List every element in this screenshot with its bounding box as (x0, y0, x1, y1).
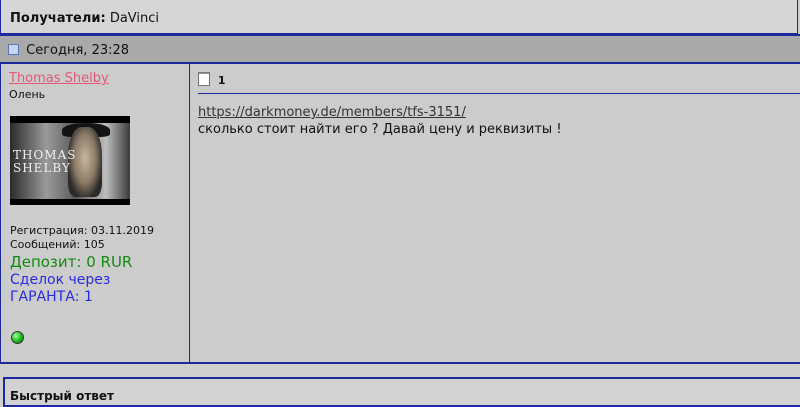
online-status-icon (11, 331, 24, 344)
avatar-face-shape (68, 127, 102, 197)
user-title: Олень (9, 88, 46, 101)
user-messages: Сообщений: 105 (10, 238, 105, 251)
user-deposit: Депозит: 0 RUR (10, 253, 133, 271)
avatar-caption: THOMAS SHELBY (13, 148, 77, 175)
user-registration: Регистрация: 03.11.2019 (10, 224, 154, 237)
avatar-image: THOMAS SHELBY (10, 123, 130, 199)
user-deals-line1: Сделок через (10, 272, 111, 288)
message-link[interactable]: https://darkmoney.de/members/tfs-3151/ (198, 105, 466, 120)
recipients-label: Получатели: (10, 11, 106, 26)
user-deals-line2: ГАРАНТА: 1 (10, 289, 93, 305)
post-header: Сегодня, 23:28 (0, 34, 800, 64)
user-info-panel: Thomas Shelby Олень THOMAS SHELBY Регист… (1, 64, 190, 362)
message-text: сколько стоит найти его ? Давай цену и р… (198, 122, 562, 137)
message-number: 1 (217, 74, 226, 87)
username-link[interactable]: Thomas Shelby (9, 71, 189, 86)
message-divider (198, 93, 800, 94)
post-date: Сегодня, 23:28 (26, 43, 130, 58)
user-stats: Регистрация: 03.11.2019 Сообщений: 105 (10, 224, 154, 252)
document-icon (198, 72, 210, 86)
quick-reply-header[interactable]: Быстрый ответ (3, 377, 800, 407)
recipients-bar: Получатели: DaVinci (0, 0, 798, 34)
message-panel: 1 https://darkmoney.de/members/tfs-3151/… (191, 64, 800, 362)
avatar[interactable]: THOMAS SHELBY (10, 116, 130, 205)
recipients-value: DaVinci (109, 11, 160, 26)
post-status-icon (8, 44, 19, 55)
user-guarantee-deals: Сделок через ГАРАНТА: 1 (10, 272, 180, 306)
message-title-row: 1 (198, 72, 226, 87)
post-body: Thomas Shelby Олень THOMAS SHELBY Регист… (0, 64, 800, 364)
